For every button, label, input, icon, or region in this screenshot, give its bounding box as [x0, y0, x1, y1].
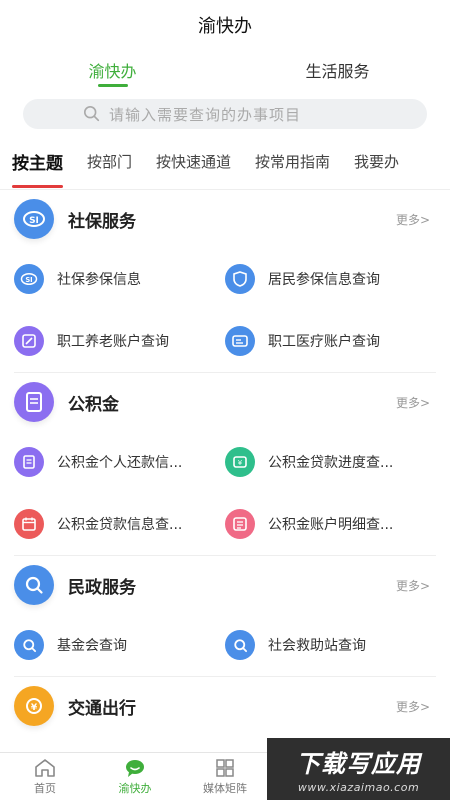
section-header: 公积金 更多>	[10, 373, 440, 431]
section-civil-affairs: 民政服务 更多> 基金会查询 社会救助站查询	[0, 556, 450, 677]
document-icon	[14, 447, 44, 477]
loan-icon: ¥	[225, 447, 255, 477]
page-title: 渝快办	[198, 16, 252, 37]
service-label: 社会救助站查询	[268, 638, 366, 654]
service-grid: SI 社保参保信息 居民参保信息查询 职工养老账户查询 职工医疗账户查询	[14, 248, 436, 373]
service-item[interactable]: 职工养老账户查询	[14, 310, 225, 372]
svg-text:SI: SI	[25, 276, 32, 284]
fine-icon: ¥	[14, 686, 54, 726]
svg-text:¥: ¥	[238, 459, 243, 467]
edit-document-icon	[14, 326, 44, 356]
tab-by-department[interactable]: 按部门	[87, 151, 132, 172]
more-link[interactable]: 更多>	[396, 394, 430, 411]
social-security-icon: SI	[14, 199, 54, 239]
watermark-title: 下载写应用	[296, 750, 421, 778]
tab-by-topic[interactable]: 按主题	[12, 149, 63, 188]
social-security-icon: SI	[14, 264, 44, 294]
service-item[interactable]: SI 社保参保信息	[14, 248, 225, 310]
service-label: 基金会查询	[57, 638, 127, 654]
home-icon	[35, 758, 55, 777]
section-header: ¥ 交通出行 更多>	[10, 677, 440, 735]
tab-common-guide[interactable]: 按常用指南	[255, 151, 330, 172]
tab-fast-channel[interactable]: 按快速通道	[156, 151, 231, 172]
service-label: 职工医疗账户查询	[268, 334, 380, 350]
service-grid: 基金会查询 社会救助站查询	[14, 614, 436, 677]
watermark-url: www.xiazaimao.com	[297, 781, 420, 794]
service-item[interactable]: 社会救助站查询	[225, 614, 436, 676]
service-item[interactable]: ¥ 公积金贷款进度查...	[225, 431, 436, 493]
nav-media-matrix[interactable]: 媒体矩阵	[180, 753, 270, 800]
section-header: 民政服务 更多>	[10, 556, 440, 614]
service-item[interactable]: 基金会查询	[14, 614, 225, 676]
service-label: 社保参保信息	[57, 272, 141, 288]
list-icon	[225, 509, 255, 539]
title-bar: 渝快办	[0, 0, 450, 50]
grid-icon	[216, 758, 234, 777]
section-housing-fund: 公积金 更多> 公积金个人还款信... ¥ 公积金贷款进度查... 公积金贷款信…	[0, 373, 450, 556]
service-item[interactable]: 公积金账户明细查...	[225, 493, 436, 555]
svg-text:¥: ¥	[31, 703, 38, 713]
calendar-icon	[14, 509, 44, 539]
tab-life-services[interactable]: 生活服务	[225, 50, 450, 82]
section-title: 交通出行	[68, 698, 136, 719]
top-tabs: 渝快办 生活服务	[0, 50, 450, 94]
section-header: SI 社保服务 更多>	[10, 190, 440, 248]
id-card-icon	[225, 326, 255, 356]
section-title: 社保服务	[68, 211, 136, 232]
nav-label: 媒体矩阵	[203, 781, 247, 795]
service-label: 公积金个人还款信...	[57, 455, 183, 471]
section-title: 公积金	[68, 394, 119, 415]
service-label: 公积金贷款信息查...	[57, 517, 183, 533]
tab-i-want-to-do[interactable]: 我要办	[354, 151, 399, 172]
svg-text:SI: SI	[29, 216, 39, 226]
service-item[interactable]: 职工医疗账户查询	[225, 310, 436, 372]
nav-label: 渝快办	[118, 781, 152, 795]
watermark: 下载写应用 www.xiazaimao.com	[267, 738, 450, 800]
search-icon	[83, 105, 100, 122]
search-wrap: 请输入需要查询的办事项目	[0, 94, 450, 134]
section-title: 民政服务	[68, 577, 136, 598]
section-social-security: SI 社保服务 更多> SI 社保参保信息 居民参保信息查询 职工养老账户查询	[0, 190, 450, 373]
service-label: 职工养老账户查询	[57, 334, 169, 350]
nav-label: 首页	[34, 781, 56, 795]
more-link[interactable]: 更多>	[396, 698, 430, 715]
search-icon	[225, 630, 255, 660]
more-link[interactable]: 更多>	[396, 211, 430, 228]
search-input[interactable]: 请输入需要查询的办事项目	[23, 99, 427, 129]
search-icon	[14, 565, 54, 605]
category-tabs: 按主题 按部门 按快速通道 按常用指南 我要办	[0, 134, 450, 190]
shield-icon	[225, 264, 255, 294]
nav-home[interactable]: 首页	[0, 753, 90, 800]
service-item[interactable]: 公积金个人还款信...	[14, 431, 225, 493]
service-grid: 公积金个人还款信... ¥ 公积金贷款进度查... 公积金贷款信息查... 公积…	[14, 431, 436, 556]
more-link[interactable]: 更多>	[396, 577, 430, 594]
document-icon	[14, 382, 54, 422]
section-transport: ¥ 交通出行 更多>	[0, 677, 450, 735]
nav-yukuaiban[interactable]: 渝快办	[90, 753, 180, 800]
chat-bubble-icon	[126, 759, 144, 777]
tab-yukuaiban[interactable]: 渝快办	[0, 50, 225, 82]
service-item[interactable]: 居民参保信息查询	[225, 248, 436, 310]
search-placeholder: 请输入需要查询的办事项目	[109, 105, 302, 124]
service-label: 居民参保信息查询	[268, 272, 380, 288]
service-label: 公积金贷款进度查...	[268, 455, 394, 471]
service-label: 公积金账户明细查...	[268, 517, 394, 533]
search-icon	[14, 630, 44, 660]
service-item[interactable]: 公积金贷款信息查...	[14, 493, 225, 555]
